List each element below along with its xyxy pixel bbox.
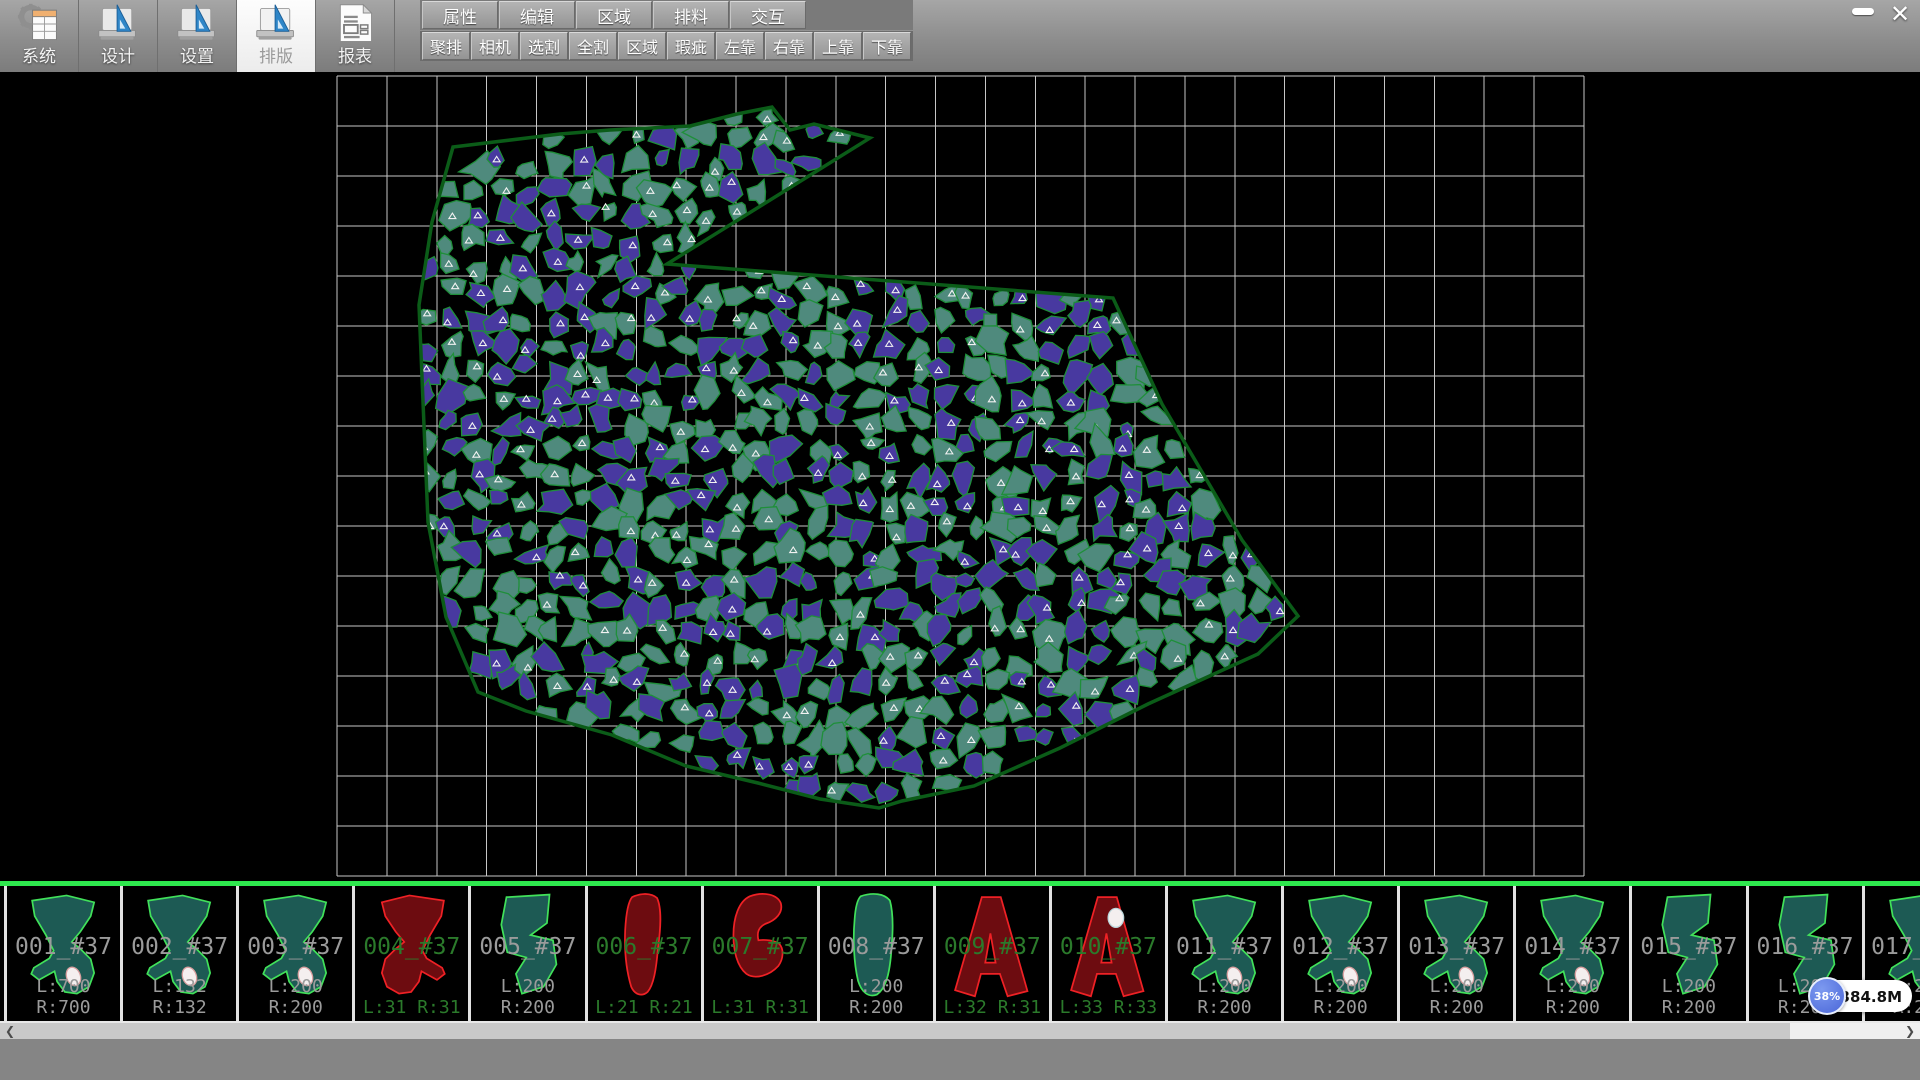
menu-properties[interactable]: 属性 — [422, 1, 498, 29]
part-lr-label: L:32 R:31 — [936, 997, 1049, 1018]
parts-thumbnail-strip: 001_#37 L:700 R:700 002_#37 L:132 R:132 … — [0, 886, 1920, 1023]
memory-value: 384.8M — [1840, 988, 1902, 1006]
app-window: 系统 设计 设置 — [0, 0, 1920, 1080]
part-id-label: 017_#37 — [1865, 934, 1920, 960]
part-lr-label: L:200 R:200 — [1284, 976, 1397, 1018]
nav-system-button[interactable]: 系统 — [0, 0, 79, 72]
part-lr-label: L:31 R:31 — [704, 997, 817, 1018]
part-thumbnail[interactable]: 007_#37 L:31 R:31 — [701, 886, 817, 1021]
menu-interaction[interactable]: 交互 — [730, 1, 806, 29]
part-id-label: 015_#37 — [1632, 934, 1745, 960]
scrollbar-thumb[interactable] — [0, 1023, 1790, 1039]
part-lr-label: L:132 R:132 — [123, 976, 236, 1018]
tool-cut-selected[interactable]: 选割 — [520, 32, 568, 60]
design-icon — [96, 2, 140, 46]
report-icon — [333, 2, 377, 46]
menu-row-tools: 聚排 相机 选割 全割 区域 瑕疵 左靠 右靠 上靠 下靠 — [420, 31, 913, 61]
part-id-label: 001_#37 — [7, 934, 120, 960]
tool-align-top[interactable]: 上靠 — [814, 32, 862, 60]
window-controls: ✕ — [1848, 1, 1916, 27]
settings-icon — [175, 2, 219, 46]
part-lr-label: L:33 R:33 — [1052, 997, 1165, 1018]
close-button[interactable]: ✕ — [1884, 1, 1916, 27]
nav-system-label: 系统 — [22, 46, 56, 68]
part-thumbnail[interactable]: 011_#37 L:200 R:200 — [1165, 886, 1281, 1021]
menu-nesting[interactable]: 排料 — [653, 1, 729, 29]
part-thumbnail[interactable]: 015_#37 L:200 R:200 — [1629, 886, 1745, 1021]
status-bar — [0, 1039, 1920, 1080]
part-lr-label: L:200 R:200 — [1632, 976, 1745, 1018]
part-id-label: 005_#37 — [471, 934, 584, 960]
progress-badge: 384.8M 38% — [1808, 977, 1912, 1015]
part-id-label: 010_#37 — [1052, 934, 1165, 960]
part-thumbnail[interactable]: 014_#37 L:200 R:200 — [1513, 886, 1629, 1021]
part-thumbnail[interactable]: 004_#37 L:31 R:31 — [352, 886, 468, 1021]
tool-cluster-nest[interactable]: 聚排 — [422, 32, 470, 60]
nav-settings-button[interactable]: 设置 — [158, 0, 237, 72]
nest-drawing — [0, 72, 1920, 881]
part-lr-label: L:200 R:200 — [239, 976, 352, 1018]
part-id-label: 013_#37 — [1400, 934, 1513, 960]
nav-nesting-label: 排版 — [259, 46, 293, 68]
part-lr-label: L:200 R:200 — [471, 976, 584, 1018]
menu-bars: 属性 编辑 区域 排料 交互 聚排 相机 选割 全割 区域 瑕疵 左靠 右靠 上… — [420, 0, 913, 61]
part-lr-label: L:200 R:200 — [1516, 976, 1629, 1018]
minimize-icon — [1852, 8, 1874, 15]
part-thumbnail[interactable]: 012_#37 L:200 R:200 — [1281, 886, 1397, 1021]
part-id-label: 016_#37 — [1749, 934, 1862, 960]
part-id-label: 007_#37 — [704, 934, 817, 960]
horizontal-scrollbar[interactable]: ❮ ❯ — [0, 1023, 1920, 1039]
menu-region[interactable]: 区域 — [576, 1, 652, 29]
progress-percent-badge: 38% — [1808, 977, 1846, 1015]
part-thumbnail[interactable]: 006_#37 L:21 R:21 — [585, 886, 701, 1021]
part-id-label: 008_#37 — [820, 934, 933, 960]
part-thumbnail[interactable]: 001_#37 L:700 R:700 — [4, 886, 120, 1021]
nesting-icon — [254, 2, 298, 46]
tool-defect[interactable]: 瑕疵 — [667, 32, 715, 60]
part-id-label: 012_#37 — [1284, 934, 1397, 960]
part-thumbnail[interactable]: 002_#37 L:132 R:132 — [120, 886, 236, 1021]
part-thumbnail[interactable]: 005_#37 L:200 R:200 — [468, 886, 584, 1021]
tool-align-left[interactable]: 左靠 — [716, 32, 764, 60]
part-thumbnail[interactable]: 003_#37 L:200 R:200 — [236, 886, 352, 1021]
nav-report-label: 报表 — [338, 46, 372, 68]
nav-button-bar: 系统 设计 设置 — [0, 0, 395, 72]
part-id-label: 006_#37 — [588, 934, 701, 960]
part-id-label: 009_#37 — [936, 934, 1049, 960]
part-thumbnail[interactable]: 010_#37 L:33 R:33 — [1049, 886, 1165, 1021]
part-lr-label: L:200 R:200 — [1168, 976, 1281, 1018]
scroll-right-arrow[interactable]: ❯ — [1902, 1023, 1918, 1039]
nav-report-button[interactable]: 报表 — [316, 0, 395, 72]
part-id-label: 002_#37 — [123, 934, 236, 960]
part-thumbnail[interactable]: 009_#37 L:32 R:31 — [933, 886, 1049, 1021]
part-lr-label: L:31 R:31 — [355, 997, 468, 1018]
part-id-label: 003_#37 — [239, 934, 352, 960]
minimize-button[interactable] — [1848, 1, 1878, 21]
scroll-left-arrow[interactable]: ❮ — [2, 1023, 18, 1039]
nav-design-label: 设计 — [101, 46, 135, 68]
tool-align-right[interactable]: 右靠 — [765, 32, 813, 60]
part-thumbnail[interactable]: 008_#37 L:200 R:200 — [817, 886, 933, 1021]
nav-design-button[interactable]: 设计 — [79, 0, 158, 72]
menu-row-main: 属性 编辑 区域 排料 交互 — [420, 0, 913, 30]
nav-nesting-button[interactable]: 排版 — [237, 0, 316, 72]
nesting-canvas[interactable] — [0, 72, 1920, 881]
nav-settings-label: 设置 — [180, 46, 214, 68]
part-lr-label: L:21 R:21 — [588, 997, 701, 1018]
part-lr-label: L:700 R:700 — [7, 976, 120, 1018]
part-id-label: 014_#37 — [1516, 934, 1629, 960]
main-toolbar: 系统 设计 设置 — [0, 0, 1920, 73]
menu-edit[interactable]: 编辑 — [499, 1, 575, 29]
part-thumbnail[interactable]: 013_#37 L:200 R:200 — [1397, 886, 1513, 1021]
system-icon — [17, 2, 61, 46]
part-lr-label: L:200 R:200 — [1400, 976, 1513, 1018]
tool-camera[interactable]: 相机 — [471, 32, 519, 60]
part-lr-label: L:200 R:200 — [820, 976, 933, 1018]
tool-cut-all[interactable]: 全割 — [569, 32, 617, 60]
part-id-label: 004_#37 — [355, 934, 468, 960]
tool-area[interactable]: 区域 — [618, 32, 666, 60]
tool-align-bottom[interactable]: 下靠 — [863, 32, 911, 60]
part-id-label: 011_#37 — [1168, 934, 1281, 960]
